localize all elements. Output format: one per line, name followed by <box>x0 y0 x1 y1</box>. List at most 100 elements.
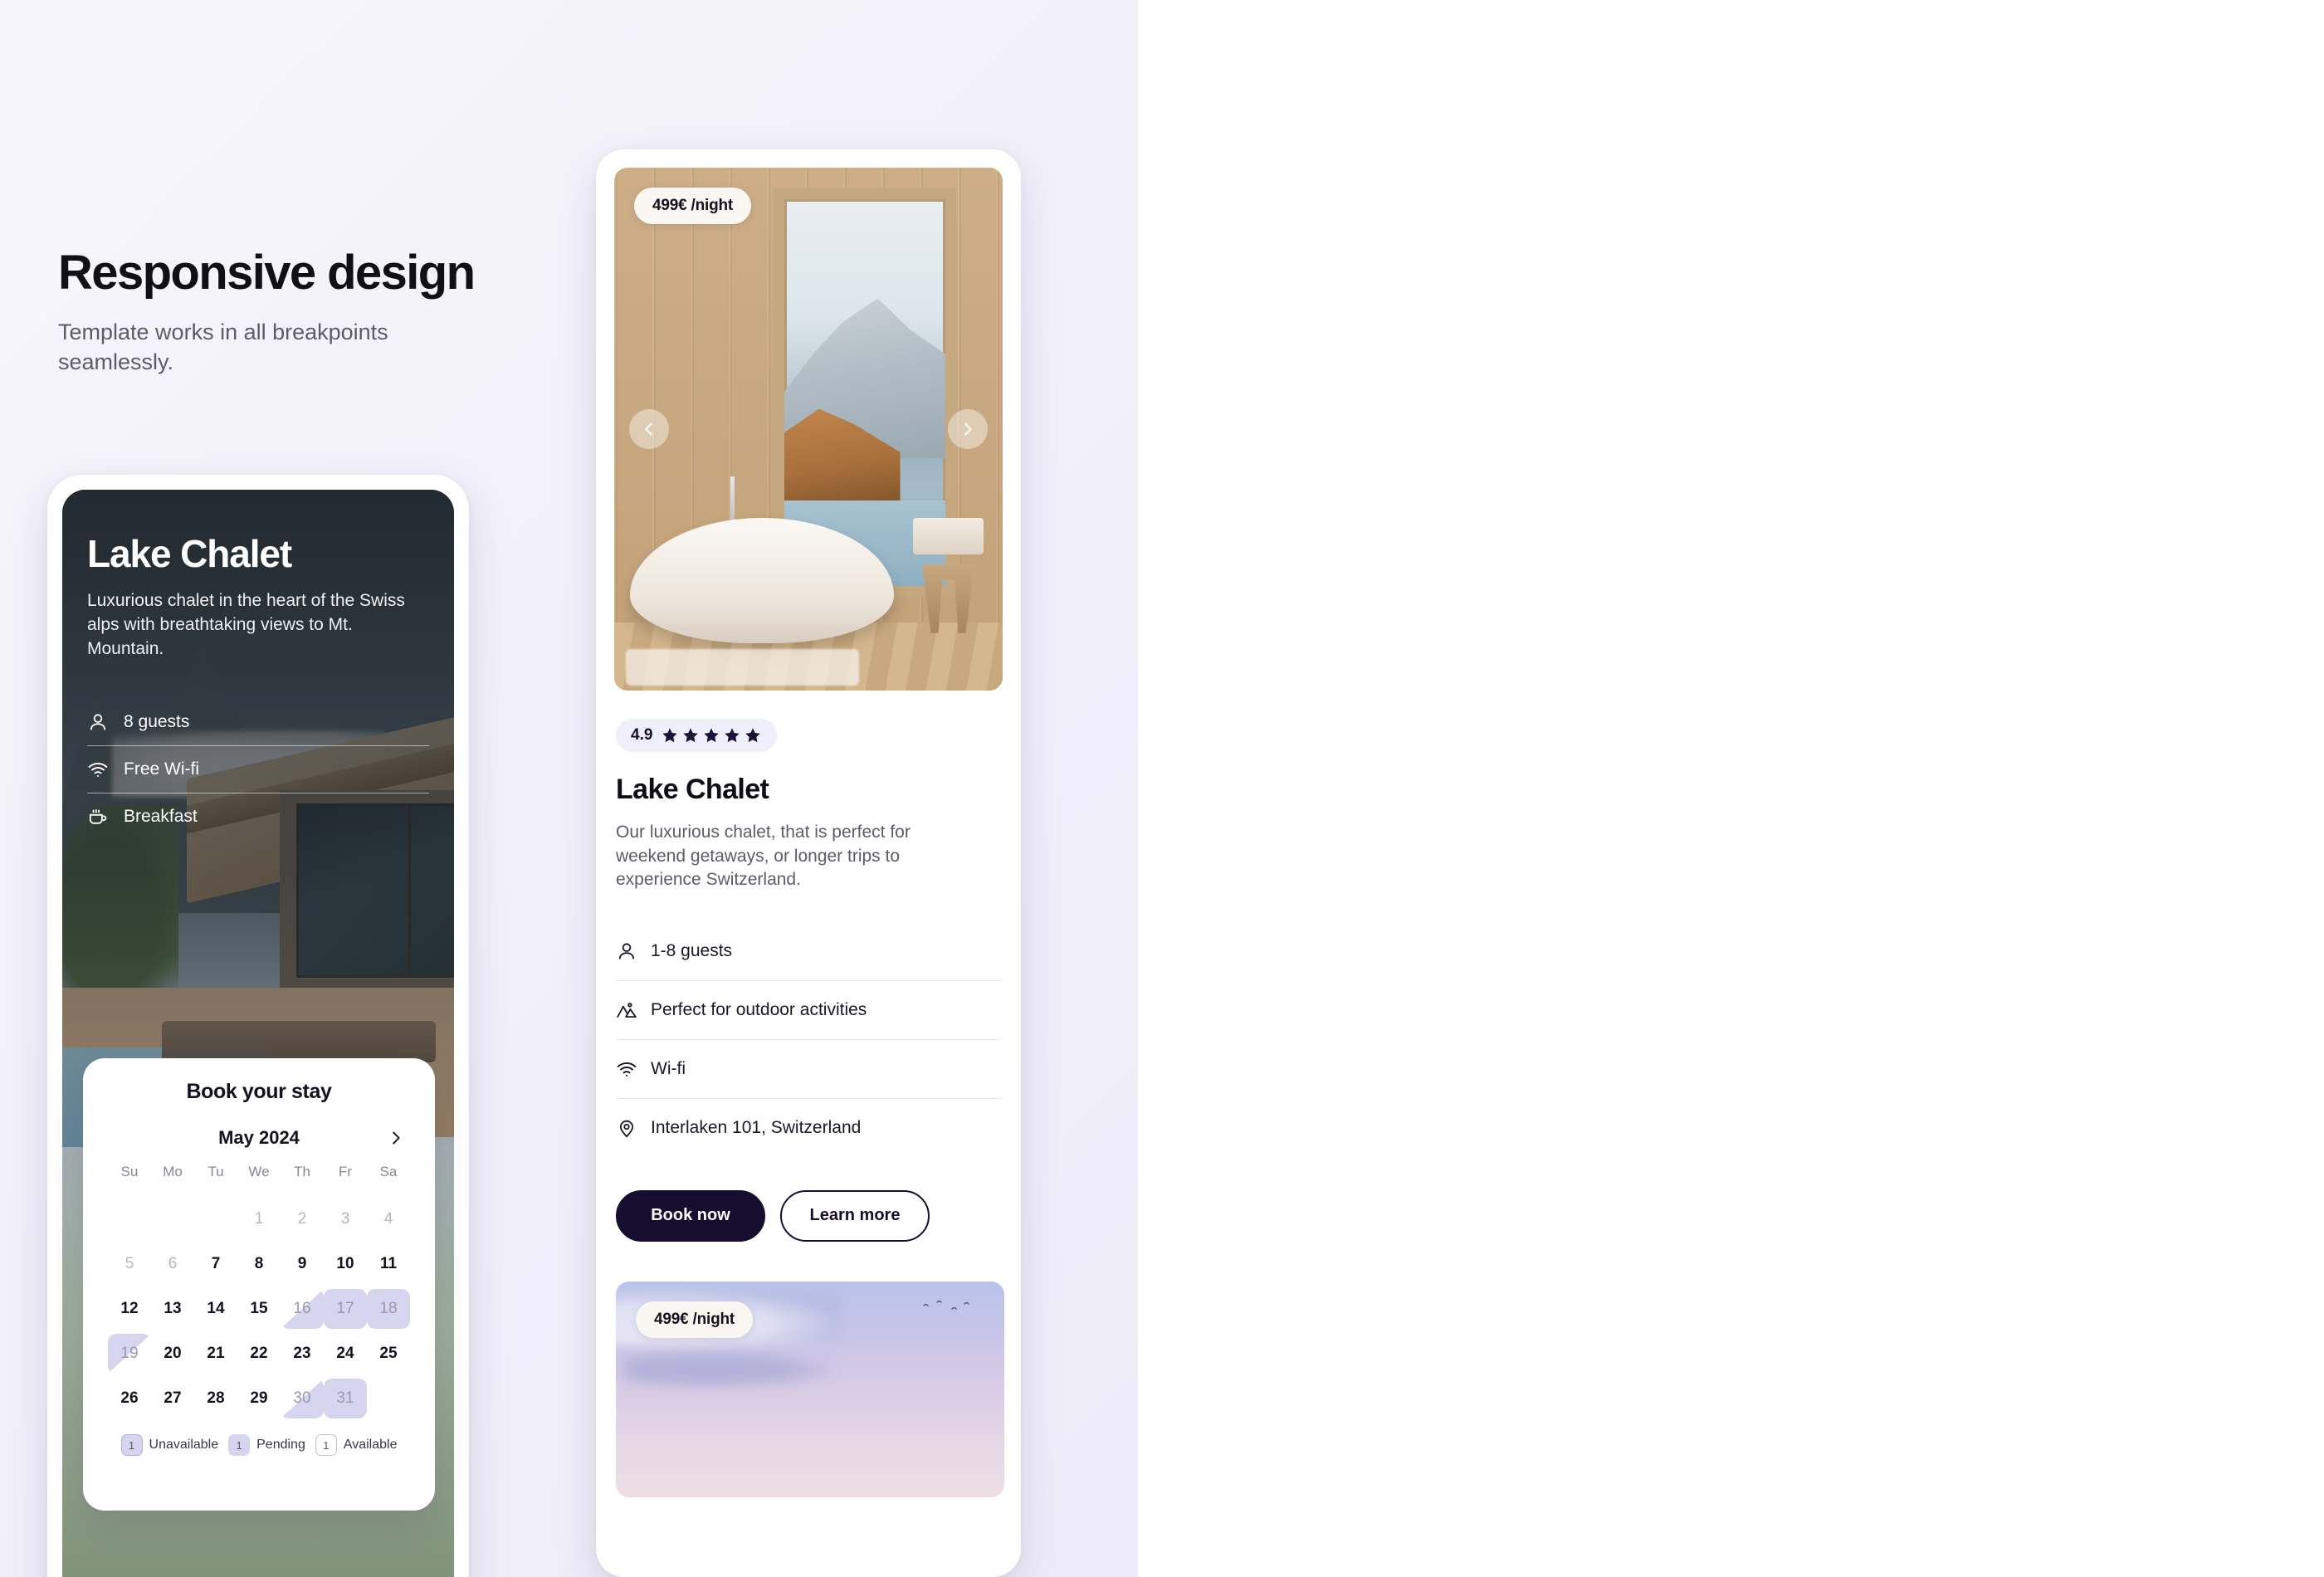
calendar-day[interactable]: 20 <box>151 1331 194 1376</box>
calendar-day[interactable]: 10 <box>324 1242 367 1286</box>
feature-row: 8 guests <box>87 699 429 745</box>
calendar-day-empty <box>151 1197 194 1242</box>
legend-label: Available <box>343 1438 398 1452</box>
tablet-cta-row: Book now Learn more <box>616 1189 1001 1242</box>
calendar-weekday: Tu <box>208 1164 224 1179</box>
calendar-day[interactable]: 9 <box>281 1242 324 1286</box>
feature-row: Free Wi-fi <box>87 745 429 793</box>
calendar-legend-item: 1 Pending <box>228 1434 305 1456</box>
page-subtitle: Template works in all breakpoints seamle… <box>58 320 388 375</box>
wifi-icon <box>87 759 109 780</box>
calendar-day[interactable]: 27 <box>151 1376 194 1421</box>
page-root: Responsive design Template works in all … <box>0 0 2324 1577</box>
calendar-day[interactable]: 2 <box>281 1197 324 1242</box>
calendar-day-grid[interactable]: 1 2 3 4 5 6 7 8 9 10 11 12 13 14 15 16 17 18 19 20 21 22 23 24 2… <box>108 1197 410 1421</box>
calendar-legend-item: 1 Available <box>315 1434 398 1456</box>
feature-row: Perfect for outdoor activities <box>616 979 1001 1039</box>
feature-label: 1-8 guests <box>651 940 733 960</box>
desktop-locations-panel: Locations Explore our luxurious apartmen… <box>1138 0 2324 1577</box>
bathroom-photo: 499€ /night <box>614 168 1003 691</box>
calendar-day[interactable]: 8 <box>237 1242 281 1286</box>
book-now-button[interactable]: Book now <box>616 1189 765 1242</box>
feature-row: Breakfast <box>87 793 429 840</box>
feature-label: Wi-fi <box>651 1058 686 1078</box>
map-pin-icon <box>616 1117 637 1139</box>
legend-chip: 1 <box>120 1434 143 1456</box>
phone-listing-title: Lake Chalet <box>87 532 292 575</box>
calendar-day-empty <box>367 1376 410 1421</box>
calendar-nav: May 2024 <box>108 1127 410 1149</box>
star-icon <box>702 726 720 745</box>
star-icon <box>661 726 679 745</box>
legend-label: Unavailable <box>149 1438 219 1452</box>
legend-label: Pending <box>256 1438 305 1452</box>
chevron-right-icon <box>387 1129 405 1147</box>
feature-label: Perfect for outdoor activities <box>651 999 867 1019</box>
calendar-day[interactable]: 5 <box>108 1242 151 1286</box>
feature-row: Interlaken 101, Switzerland <box>616 1097 1001 1157</box>
calendar-day[interactable]: 23 <box>281 1331 324 1376</box>
star-icon <box>723 726 741 745</box>
calendar-day[interactable]: 4 <box>367 1197 410 1242</box>
calendar-day[interactable]: 17 <box>324 1286 367 1331</box>
listing-title: Lake Chalet <box>616 774 769 805</box>
calendar-day[interactable]: 19 <box>108 1331 151 1376</box>
calendar-weekday-row: Su Mo Tu We Th Fr Sa <box>108 1157 410 1189</box>
learn-more-button[interactable]: Learn more <box>780 1189 930 1242</box>
calendar-day[interactable]: 7 <box>194 1242 237 1286</box>
listing-description: Our luxurious chalet, that is perfect fo… <box>616 823 911 890</box>
tablet-feature-list: 1-8 guests Perfect for outdoor activitie… <box>616 922 1001 1157</box>
wifi-icon <box>616 1058 637 1080</box>
calendar-day[interactable]: 21 <box>194 1331 237 1376</box>
calendar-day[interactable]: 31 <box>324 1376 367 1421</box>
calendar-day[interactable]: 29 <box>237 1376 281 1421</box>
calendar-day[interactable]: 24 <box>324 1331 367 1376</box>
phone-listing-description: Luxurious chalet in the heart of the Swi… <box>87 591 405 658</box>
price-badge: 499€ /night <box>636 1301 754 1338</box>
calendar-next-month-button[interactable] <box>383 1125 408 1150</box>
tablet-listing-body: 4.9 Lake Chalet Our luxurious chalet, th… <box>614 719 1004 1497</box>
calendar-weekday: Th <box>294 1164 310 1179</box>
feature-label: Free Wi-fi <box>124 759 199 779</box>
star-icon <box>744 726 762 745</box>
mountain-icon <box>616 999 637 1021</box>
calendar-weekday: Mo <box>163 1164 183 1179</box>
calendar-day-empty <box>108 1197 151 1242</box>
calendar-day[interactable]: 22 <box>237 1331 281 1376</box>
calendar-day[interactable]: 30 <box>281 1376 324 1421</box>
calendar-day[interactable]: 28 <box>194 1376 237 1421</box>
calendar-day[interactable]: 14 <box>194 1286 237 1331</box>
rating-value: 4.9 <box>631 726 653 744</box>
calendar-weekday: Sa <box>379 1164 398 1179</box>
calendar-day[interactable]: 1 <box>237 1197 281 1242</box>
calendar-day[interactable]: 12 <box>108 1286 151 1331</box>
calendar-day[interactable]: 13 <box>151 1286 194 1331</box>
feature-row: Wi-fi <box>616 1038 1001 1098</box>
carousel-next-button[interactable] <box>948 409 988 449</box>
calendar-day[interactable]: 6 <box>151 1242 194 1286</box>
phone-overlay-content: Lake Chalet Luxurious chalet in the hear… <box>62 490 454 863</box>
phone-feature-list: 8 guests Free Wi-fi Breakfast <box>87 699 429 840</box>
calendar-weekday: Fr <box>338 1164 353 1179</box>
calendar-day[interactable]: 3 <box>324 1197 367 1242</box>
rating-badge: 4.9 <box>616 719 1001 752</box>
carousel-prev-button[interactable] <box>629 409 669 449</box>
feature-row: 1-8 guests <box>616 922 1001 980</box>
dusk-chalet-photo: 499€ /night <box>616 1281 1004 1497</box>
calendar-day[interactable]: 16 <box>281 1286 324 1331</box>
calendar-day[interactable]: 26 <box>108 1376 151 1421</box>
calendar-day[interactable]: 25 <box>367 1331 410 1376</box>
calendar-day-empty <box>194 1197 237 1242</box>
calendar-month-label: May 2024 <box>218 1127 300 1148</box>
feature-label: 8 guests <box>124 712 190 732</box>
calendar-title: Book your stay <box>186 1080 332 1103</box>
responsive-showcase-panel: Responsive design Template works in all … <box>0 0 1138 1577</box>
legend-chip: 1 <box>315 1434 337 1456</box>
calendar-day[interactable]: 15 <box>237 1286 281 1331</box>
calendar-day[interactable]: 18 <box>367 1286 410 1331</box>
star-rating-icons <box>661 726 762 745</box>
calendar-day[interactable]: 11 <box>367 1242 410 1286</box>
page-title: Responsive design <box>58 246 476 300</box>
legend-chip: 1 <box>228 1434 251 1456</box>
calendar-legend: 1 Unavailable 1 Pending 1 Available <box>108 1434 410 1456</box>
